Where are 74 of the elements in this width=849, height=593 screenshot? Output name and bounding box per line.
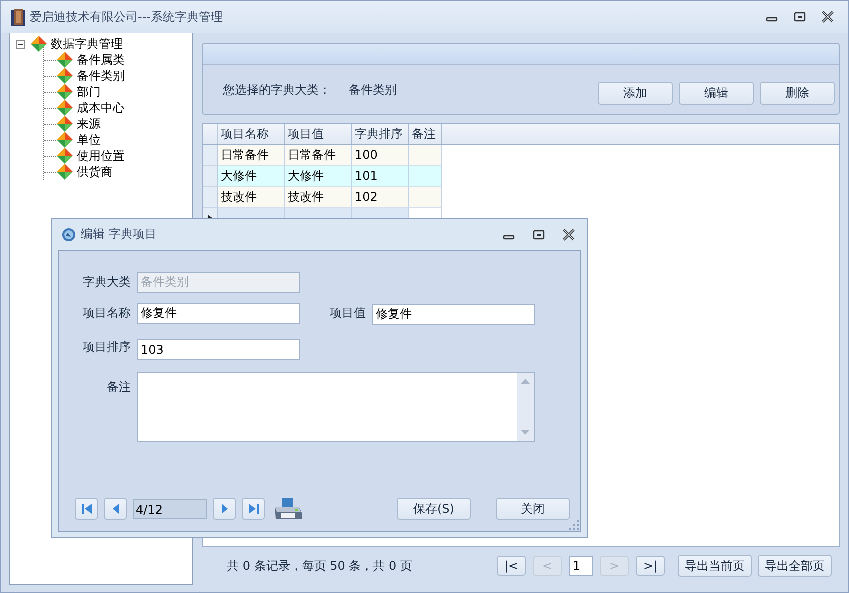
- input-field[interactable]: 修复件: [372, 304, 535, 325]
- field-label: 项目名称: [82, 305, 132, 322]
- diamond-icon: [57, 132, 73, 148]
- collapse-icon[interactable]: [16, 40, 25, 48]
- table-cell: 101: [352, 166, 409, 187]
- diamond-icon: [57, 68, 73, 84]
- table-cell: 102: [352, 187, 409, 208]
- table-cell: 大修件: [285, 166, 352, 187]
- diamond-icon: [57, 164, 73, 180]
- action-button[interactable]: 编辑: [679, 82, 754, 104]
- last-arrow-icon: [246, 502, 260, 516]
- page-field[interactable]: 1: [569, 556, 593, 576]
- record-counter: 4/12: [133, 499, 207, 519]
- field-label: 项目值: [329, 305, 367, 322]
- tree-item[interactable]: 备件类别: [77, 68, 125, 84]
- category-label: 您选择的字典大类：: [223, 82, 331, 98]
- first-arrow-icon: [80, 502, 94, 516]
- table-cell: 日常备件: [218, 145, 285, 166]
- input-field[interactable]: 修复件: [137, 303, 300, 324]
- maximize-icon[interactable]: [533, 228, 545, 240]
- prev-record-button[interactable]: [104, 498, 127, 520]
- notes-field[interactable]: [137, 372, 535, 442]
- tree-item[interactable]: 成本中心: [77, 100, 125, 116]
- column-header[interactable]: 备注: [409, 124, 442, 144]
- tree-item[interactable]: 单位: [77, 132, 101, 148]
- dialog-title: 编辑 字典项目: [81, 226, 157, 243]
- page-button[interactable]: >|: [636, 556, 665, 576]
- book-icon: [11, 8, 25, 26]
- input-field[interactable]: 103: [137, 339, 300, 360]
- dialog-button[interactable]: 保存(S): [397, 498, 471, 520]
- window-title: 爱启迪技术有限公司---系统字典管理: [30, 8, 223, 26]
- action-button[interactable]: 添加: [598, 82, 673, 104]
- field-label: 字典大类: [82, 274, 132, 291]
- column-header[interactable]: 项目值: [285, 124, 352, 144]
- maximize-icon[interactable]: [794, 11, 806, 23]
- table-cell: 技改件: [285, 187, 352, 208]
- tree-item[interactable]: 备件属类: [77, 52, 125, 68]
- category-value: 备件类别: [349, 82, 397, 98]
- table-cell: [409, 145, 442, 166]
- diamond-icon: [31, 36, 47, 52]
- app-icon: [62, 228, 76, 242]
- export-button[interactable]: 导出当前页: [678, 555, 752, 577]
- close-icon[interactable]: [563, 228, 575, 240]
- column-header[interactable]: 字典排序: [352, 124, 409, 144]
- resize-grip-icon[interactable]: [569, 520, 579, 530]
- table-cell: 技改件: [218, 187, 285, 208]
- tree-item[interactable]: 来源: [77, 116, 101, 132]
- diamond-icon: [57, 52, 73, 68]
- close-icon[interactable]: [822, 11, 834, 23]
- field-label: 备注: [106, 379, 132, 396]
- field-label: 项目排序: [82, 338, 132, 356]
- tree-item[interactable]: 供货商: [77, 164, 113, 180]
- last-record-button[interactable]: [242, 498, 265, 520]
- tree-item[interactable]: 部门: [77, 84, 101, 100]
- tree-item[interactable]: 使用位置: [77, 148, 125, 164]
- table-cell: 100: [352, 145, 409, 166]
- scroll-bar[interactable]: [517, 373, 534, 441]
- table-cell: 日常备件: [285, 145, 352, 166]
- diamond-icon: [57, 116, 73, 132]
- record-summary: 共 0 条记录，每页 50 条，共 0 页: [227, 558, 412, 574]
- printer-icon[interactable]: [273, 497, 303, 521]
- action-button[interactable]: 删除: [760, 82, 835, 104]
- diamond-icon: [57, 148, 73, 164]
- export-button[interactable]: 导出全部页: [758, 555, 832, 577]
- column-header[interactable]: 项目名称: [218, 124, 285, 144]
- first-record-button[interactable]: [75, 498, 98, 520]
- page-button[interactable]: |<: [497, 556, 526, 576]
- tree-item[interactable]: 数据字典管理: [51, 36, 123, 52]
- diamond-icon: [57, 100, 73, 116]
- next-record-button[interactable]: [213, 498, 236, 520]
- table-cell: 大修件: [218, 166, 285, 187]
- diamond-icon: [57, 84, 73, 100]
- table-cell: [409, 166, 442, 187]
- dialog-button[interactable]: 关闭: [496, 498, 570, 520]
